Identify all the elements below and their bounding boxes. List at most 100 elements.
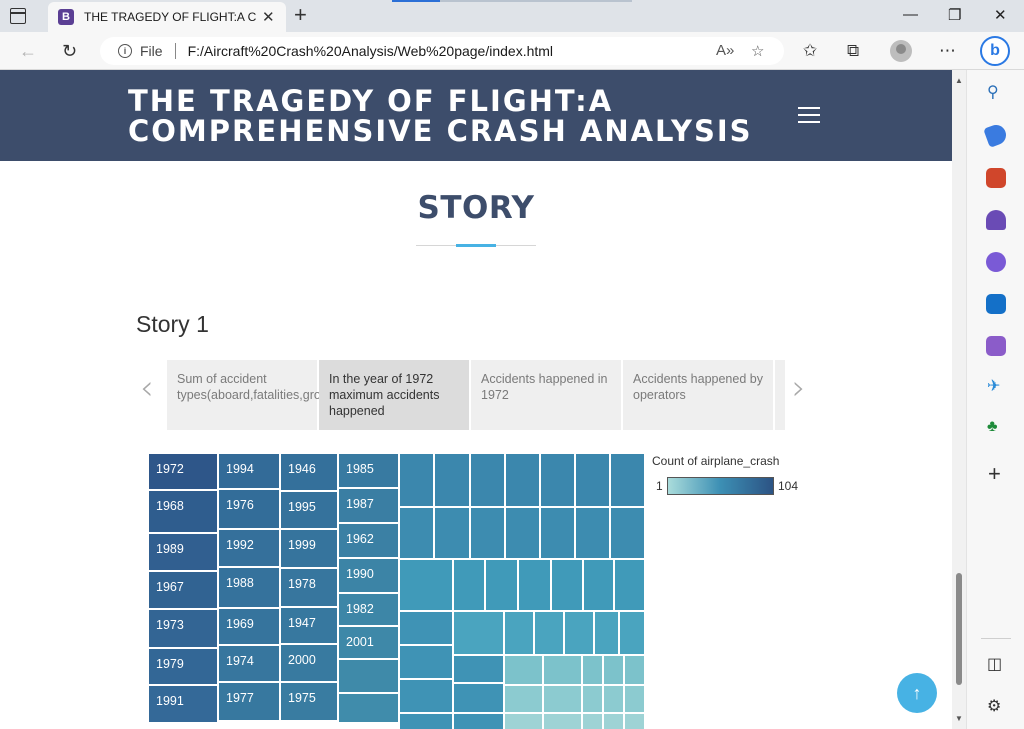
story-point-3[interactable]: Accidents happened in 1972 (471, 360, 621, 430)
story-point-4[interactable]: Accidents happened by operators (623, 360, 773, 430)
treemap-cell[interactable] (619, 611, 645, 655)
shopping-tag-icon[interactable] (983, 122, 1009, 148)
treemap-cell[interactable]: 1990 (338, 558, 399, 593)
treemap-cell[interactable]: 1974 (218, 645, 280, 682)
treemap-cell[interactable]: 1946 (280, 453, 338, 491)
treemap-cell[interactable] (624, 655, 645, 685)
story-prev-arrow-icon[interactable]: ‹ (140, 368, 154, 408)
treemap-cell[interactable] (504, 655, 543, 685)
treemap-chart[interactable]: 1972 1968 1989 1967 1973 1979 1991 1994 1976 1992… (148, 453, 645, 729)
story-point-2[interactable]: In the year of 1972 maximum accidents ha… (319, 360, 469, 430)
treemap-cell[interactable] (399, 507, 434, 559)
treemap-cell[interactable] (582, 685, 603, 713)
treemap-cell[interactable]: 1975 (280, 682, 338, 721)
treemap-cell[interactable] (485, 559, 518, 611)
more-options-icon[interactable]: ⋯ (939, 41, 956, 61)
treemap-cell[interactable] (453, 611, 504, 655)
back-to-top-button[interactable]: ↑ (897, 673, 937, 713)
close-tab-icon[interactable]: ✕ (262, 8, 275, 26)
tools-briefcase-icon[interactable] (986, 168, 1006, 188)
treemap-cell[interactable] (583, 559, 614, 611)
treemap-cell[interactable] (453, 559, 485, 611)
treemap-cell[interactable]: 1947 (280, 607, 338, 644)
hide-sidebar-icon[interactable]: ◫ (987, 654, 1002, 674)
treemap-cell[interactable]: 1988 (218, 567, 280, 608)
outlook-icon[interactable] (986, 294, 1006, 314)
back-arrow-icon[interactable]: ← (19, 41, 37, 62)
treemap-cell[interactable] (505, 507, 540, 559)
scroll-up-icon[interactable]: ▲ (955, 76, 963, 85)
treemap-cell[interactable]: 1995 (280, 491, 338, 529)
treemap-cell[interactable] (399, 611, 453, 645)
treemap-cell[interactable] (603, 713, 624, 729)
treemap-cell[interactable] (470, 453, 505, 507)
collections-icon[interactable]: ⧉ (847, 41, 859, 61)
treemap-cell[interactable] (434, 507, 470, 559)
treemap-cell[interactable]: 1978 (280, 568, 338, 607)
treemap-cell[interactable]: 1962 (338, 523, 399, 558)
microsoft-365-icon[interactable] (986, 252, 1006, 272)
treemap-cell[interactable] (453, 655, 504, 683)
minimize-icon[interactable]: — (903, 6, 918, 23)
treemap-cell[interactable] (543, 713, 582, 729)
treemap-cell[interactable] (470, 507, 505, 559)
treemap-cell[interactable] (534, 611, 564, 655)
story-point-1[interactable]: Sum of accident types(aboard,fatalities,… (167, 360, 346, 430)
treemap-cell[interactable] (504, 713, 543, 729)
treemap-cell[interactable] (399, 453, 434, 507)
treemap-cell[interactable]: 1976 (218, 489, 280, 529)
treemap-cell[interactable] (564, 611, 594, 655)
designer-icon[interactable] (986, 336, 1006, 356)
treemap-cell[interactable]: 2000 (280, 644, 338, 682)
treemap-cell[interactable]: 1977 (218, 682, 280, 721)
favorites-icon[interactable]: ✩ (803, 41, 817, 61)
info-icon[interactable]: i (118, 44, 132, 58)
treemap-cell[interactable] (504, 685, 543, 713)
treemap-cell[interactable]: 1972 (148, 453, 218, 490)
read-aloud-icon[interactable]: A» (716, 42, 734, 59)
new-tab-icon[interactable]: + (294, 4, 307, 26)
treemap-cell[interactable] (575, 453, 610, 507)
treemap-cell[interactable] (543, 685, 582, 713)
story-next-arrow-icon[interactable]: › (792, 368, 806, 408)
treemap-cell[interactable]: 1969 (218, 608, 280, 645)
treemap-cell[interactable] (594, 611, 619, 655)
treemap-cell[interactable] (338, 659, 399, 693)
treemap-cell[interactable] (338, 693, 399, 723)
treemap-cell[interactable] (624, 685, 645, 713)
treemap-cell[interactable]: 1968 (148, 490, 218, 533)
story-point-5-partial[interactable] (775, 360, 785, 430)
treemap-cell[interactable] (543, 655, 582, 685)
profile-avatar[interactable] (890, 40, 912, 62)
treemap-cell[interactable] (453, 683, 504, 713)
treemap-cell[interactable] (603, 655, 624, 685)
tree-icon[interactable]: ♣ (987, 418, 998, 436)
treemap-cell[interactable] (540, 453, 575, 507)
treemap-cell[interactable] (399, 645, 453, 679)
treemap-cell[interactable]: 1992 (218, 529, 280, 567)
url-text[interactable]: F:/Aircraft%20Crash%20Analysis/Web%20pag… (188, 43, 553, 59)
treemap-cell[interactable]: 1989 (148, 533, 218, 571)
treemap-cell[interactable] (614, 559, 645, 611)
treemap-cell[interactable]: 1982 (338, 593, 399, 626)
refresh-icon[interactable]: ↻ (62, 41, 77, 62)
treemap-cell[interactable]: 1991 (148, 685, 218, 723)
treemap-cell[interactable] (551, 559, 583, 611)
treemap-cell[interactable] (610, 507, 645, 559)
add-favorite-icon[interactable]: ☆ (751, 42, 764, 60)
treemap-cell[interactable]: 1979 (148, 648, 218, 685)
treemap-cell[interactable] (434, 453, 470, 507)
treemap-cell[interactable]: 1973 (148, 609, 218, 648)
treemap-cell[interactable] (603, 685, 624, 713)
add-sidebar-app-icon[interactable]: + (988, 463, 1001, 485)
treemap-cell[interactable] (575, 507, 610, 559)
search-icon[interactable]: ⚲ (987, 82, 999, 102)
browser-tab[interactable]: B THE TRAGEDY OF FLIGHT:A Comprehensive … (48, 2, 286, 32)
treemap-cell[interactable]: 1985 (338, 453, 399, 488)
games-icon[interactable] (986, 210, 1006, 230)
restore-icon[interactable]: ❐ (948, 6, 961, 24)
close-window-icon[interactable]: ✕ (994, 6, 1007, 24)
treemap-cell[interactable] (582, 655, 603, 685)
treemap-cell[interactable] (453, 713, 504, 729)
treemap-cell[interactable] (504, 611, 534, 655)
